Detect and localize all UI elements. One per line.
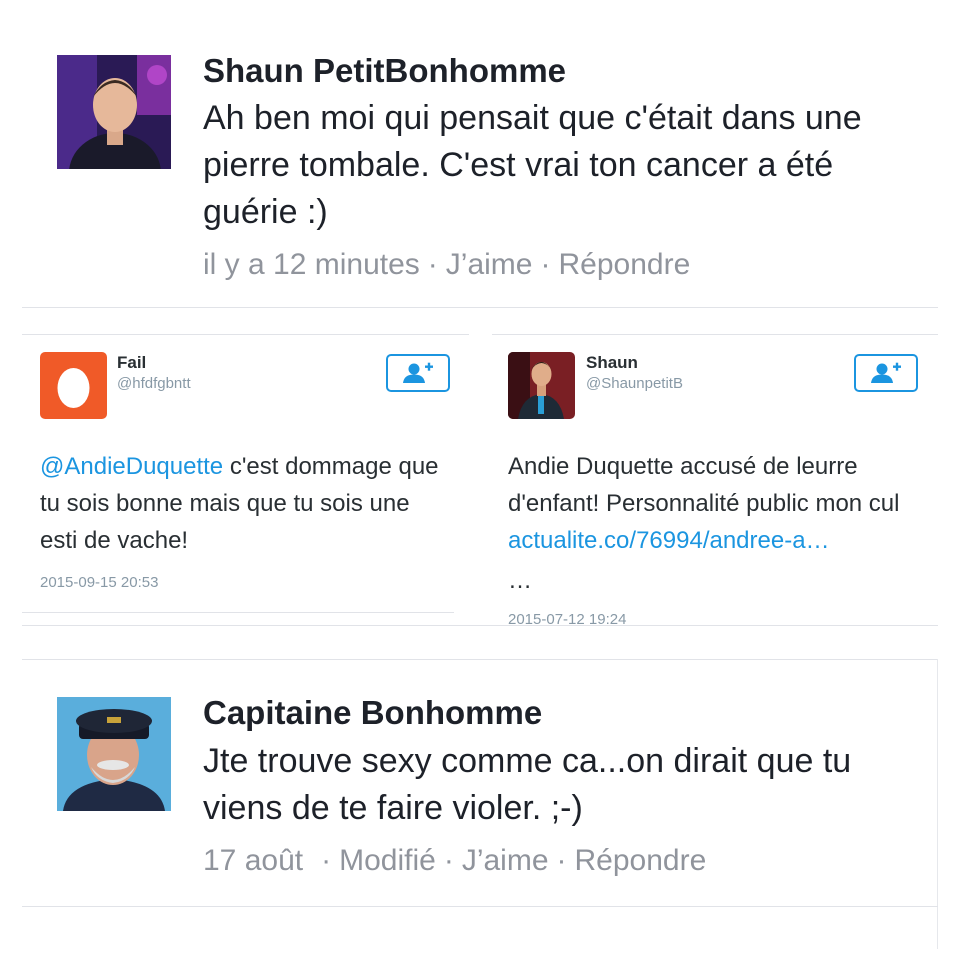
comment-text: Jte trouve sexy comme ca...on dirait que… xyxy=(203,742,852,827)
tweet-text: @AndieDuquette c'est dommage que tu sois… xyxy=(40,448,450,559)
tweet-author-handle[interactable]: @ShaunpetitB xyxy=(586,375,683,392)
tweet-author-name[interactable]: Fail xyxy=(117,353,146,373)
avatar-shaun-petitbonhomme[interactable] xyxy=(57,55,171,169)
meta-separator: · xyxy=(427,248,438,281)
follow-button[interactable] xyxy=(854,354,918,392)
reply-link[interactable]: Répondre xyxy=(575,844,707,877)
comment-text: Ah ben moi qui pensait que c'était dans … xyxy=(203,99,862,231)
comment-author[interactable]: Capitaine Bonhomme xyxy=(203,694,542,732)
mention-link[interactable]: @AndieDuquette xyxy=(40,453,223,480)
tweet-url-link[interactable]: actualite.co/76994/andree-a… xyxy=(508,527,830,554)
tweet-body: Andie Duquette accusé de leurre d'enfant… xyxy=(508,453,900,517)
comment-timestamp[interactable]: il y a 12 minutes xyxy=(203,248,420,281)
tweet-author-name[interactable]: Shaun xyxy=(586,353,638,373)
comment-meta: il y a 12 minutes · J’aime · Répondre xyxy=(203,248,690,282)
tweet-text: Andie Duquette accusé de leurre d'enfant… xyxy=(508,448,928,559)
divider xyxy=(22,659,938,660)
meta-separator: · xyxy=(540,248,551,281)
egg-icon xyxy=(57,368,90,408)
divider xyxy=(22,625,938,626)
comment-author[interactable]: Shaun PetitBonhomme xyxy=(203,52,566,90)
divider xyxy=(492,334,938,335)
like-link[interactable]: J’aime xyxy=(446,248,533,281)
comment-meta: 17 août · Modifié · J’aime · Répondre xyxy=(203,844,706,878)
reply-link[interactable]: Répondre xyxy=(558,248,690,281)
divider xyxy=(22,906,938,907)
comment-timestamp[interactable]: 17 août xyxy=(203,844,303,877)
add-user-icon xyxy=(403,362,433,383)
divider xyxy=(22,307,938,308)
meta-separator: · xyxy=(443,844,454,877)
divider xyxy=(22,334,469,335)
like-link[interactable]: J’aime xyxy=(462,844,549,877)
tweet-timestamp[interactable]: 2015-09-15 20:53 xyxy=(40,574,158,591)
edited-link[interactable]: Modifié xyxy=(339,844,436,877)
meta-separator: · xyxy=(556,844,567,877)
avatar-default-egg[interactable] xyxy=(40,352,107,419)
tweet-more-ellipsis[interactable]: … xyxy=(508,562,568,599)
avatar-capitaine-bonhomme[interactable] xyxy=(57,697,171,811)
meta-separator: · xyxy=(321,844,332,877)
add-user-icon xyxy=(871,362,901,383)
divider xyxy=(22,612,454,613)
follow-button[interactable] xyxy=(386,354,450,392)
tweet-author-handle[interactable]: @hfdfgbntt xyxy=(117,375,191,392)
avatar-shaun[interactable] xyxy=(508,352,575,419)
tweet-timestamp[interactable]: 2015-07-12 19:24 xyxy=(508,611,626,628)
